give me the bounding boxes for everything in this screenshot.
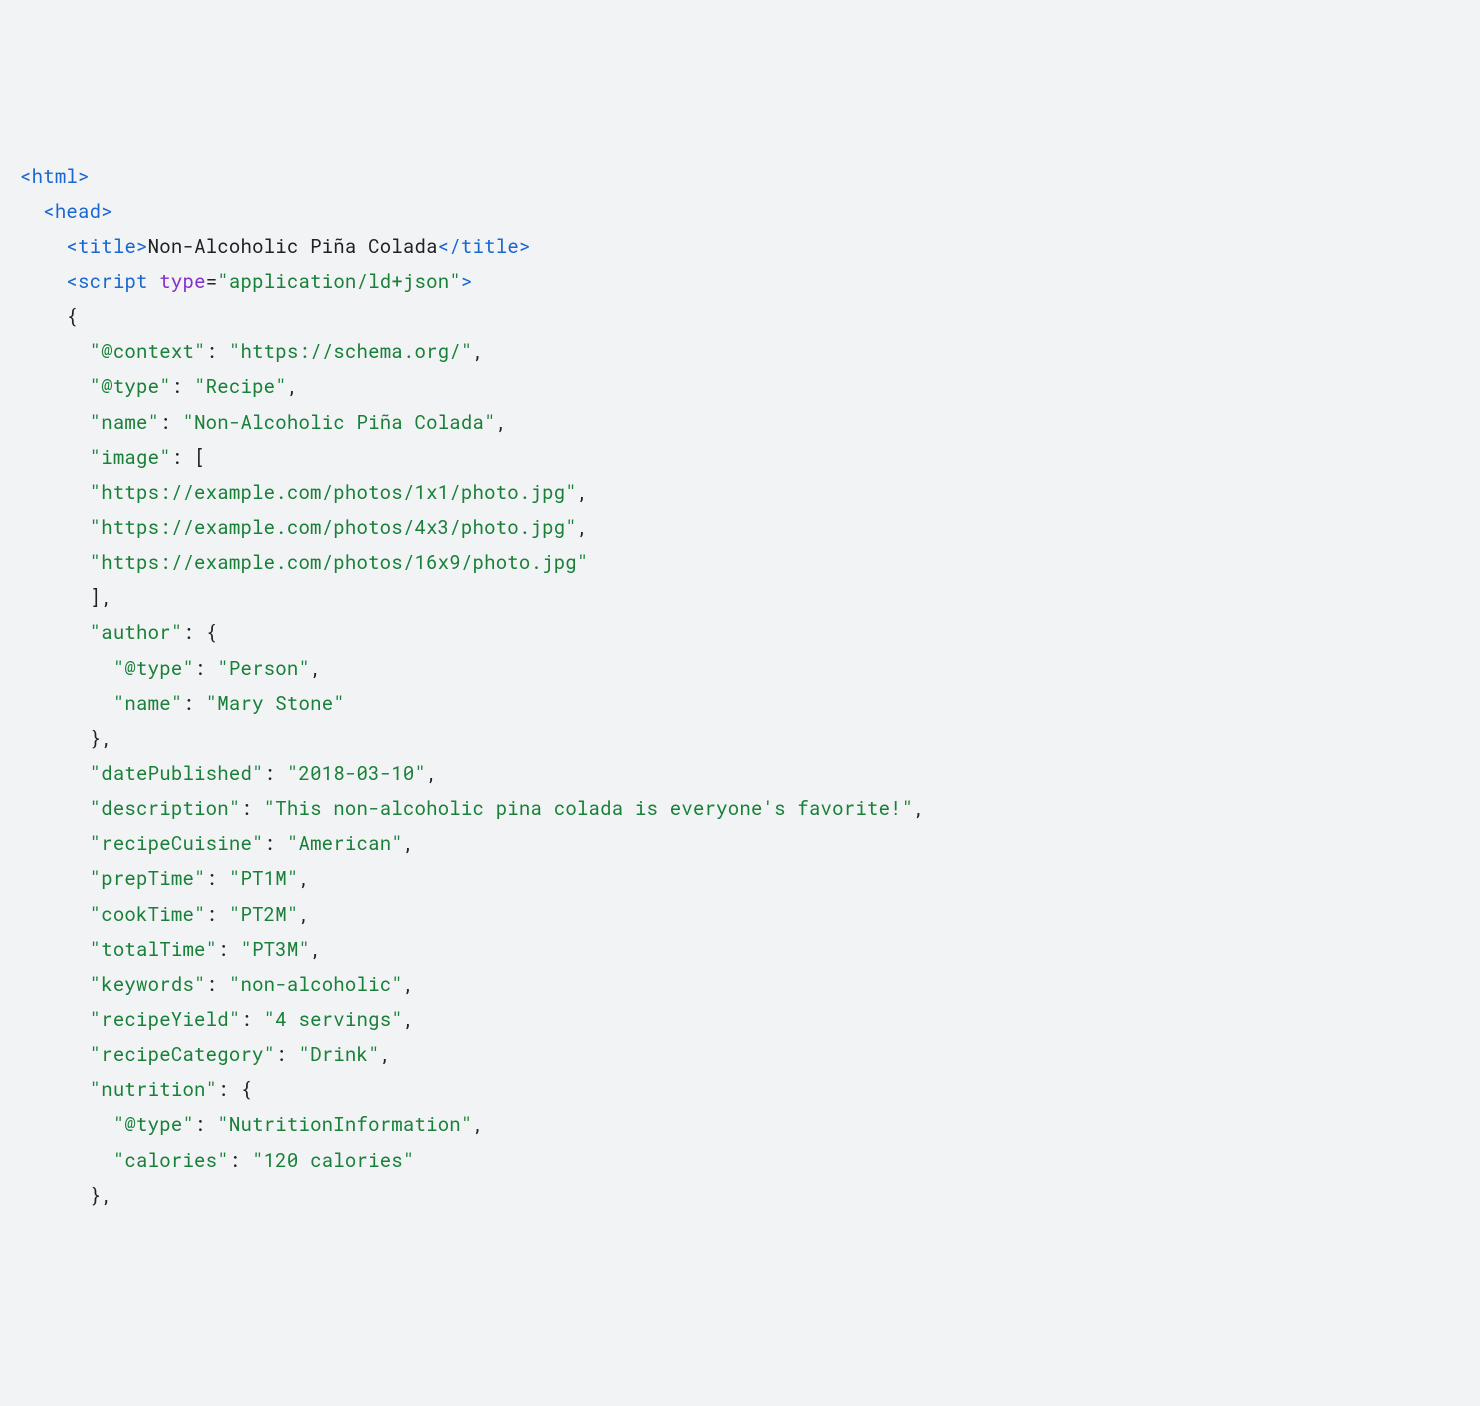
- json-key-nutrition: "nutrition": [90, 1077, 218, 1102]
- json-key-type: "@type": [90, 374, 171, 399]
- json-key-recipecuisine: "recipeCuisine": [90, 831, 264, 856]
- json-key-cooktime: "cookTime": [90, 902, 206, 927]
- json-key-author-type: "@type": [113, 656, 194, 681]
- json-key-keywords: "keywords": [90, 972, 206, 997]
- json-key-author: "author": [90, 620, 183, 645]
- json-key-totaltime: "totalTime": [90, 937, 218, 962]
- title-text: Non-Alcoholic Piña Colada: [148, 234, 438, 259]
- json-val-context: "https://schema.org/": [229, 339, 473, 364]
- json-val-type: "Recipe": [194, 374, 287, 399]
- json-key-recipecategory: "recipeCategory": [90, 1042, 276, 1067]
- json-key-context: "@context": [90, 339, 206, 364]
- json-key-recipeyield: "recipeYield": [90, 1007, 241, 1032]
- json-key-image: "image": [90, 445, 171, 470]
- json-val-keywords: "non-alcoholic": [229, 972, 403, 997]
- script-tag: script: [78, 269, 148, 294]
- json-key-description: "description": [90, 796, 241, 821]
- json-val-calories: "120 calories": [252, 1148, 414, 1173]
- head-tag: head: [55, 199, 101, 224]
- json-val-image-1: "https://example.com/photos/4x3/photo.jp…: [90, 515, 577, 540]
- json-val-recipecuisine: "American": [287, 831, 403, 856]
- json-key-calories: "calories": [113, 1148, 229, 1173]
- json-key-datepublished: "datePublished": [90, 761, 264, 786]
- title-tag-close: title: [461, 234, 519, 259]
- json-val-nutrition-type: "NutritionInformation": [217, 1112, 472, 1137]
- json-val-author-type: "Person": [217, 656, 310, 681]
- json-val-description: "This non-alcoholic pina colada is every…: [264, 796, 914, 821]
- json-val-preptime: "PT1M": [229, 866, 299, 891]
- json-val-recipecategory: "Drink": [298, 1042, 379, 1067]
- type-attr: type: [159, 269, 205, 294]
- json-key-author-name: "name": [113, 691, 183, 716]
- type-attr-value: "application/ld+json": [217, 269, 461, 294]
- title-tag-open: title: [78, 234, 136, 259]
- json-val-image-2: "https://example.com/photos/16x9/photo.j…: [90, 550, 589, 575]
- json-key-nutrition-type: "@type": [113, 1112, 194, 1137]
- code-block: <html> <head> <title>Non-Alcoholic Piña …: [20, 159, 1460, 1213]
- json-key-name: "name": [90, 410, 160, 435]
- json-val-image-0: "https://example.com/photos/1x1/photo.jp…: [90, 480, 577, 505]
- json-key-preptime: "prepTime": [90, 866, 206, 891]
- json-val-totaltime: "PT3M": [240, 937, 310, 962]
- html-tag: html: [32, 164, 78, 189]
- json-val-cooktime: "PT2M": [229, 902, 299, 927]
- json-val-name: "Non-Alcoholic Piña Colada": [182, 410, 495, 435]
- json-val-datepublished: "2018-03-10": [287, 761, 426, 786]
- json-val-author-name: "Mary Stone": [206, 691, 345, 716]
- json-val-recipeyield: "4 servings": [264, 1007, 403, 1032]
